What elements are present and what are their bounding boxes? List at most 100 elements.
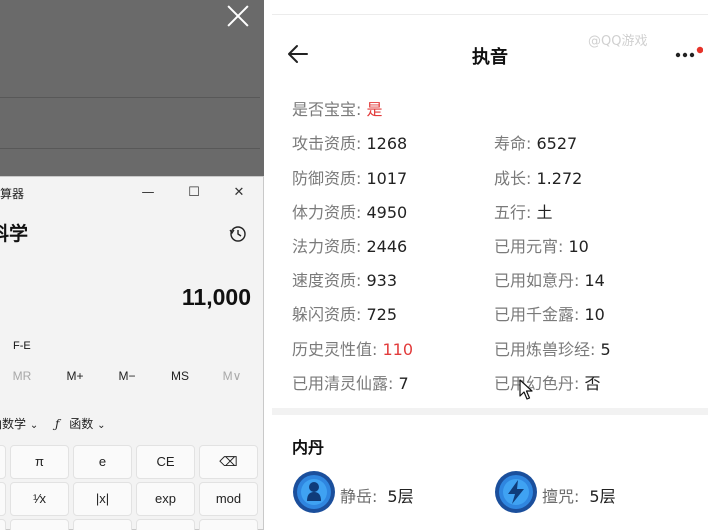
calculator-title: 计算器 (0, 187, 25, 201)
stat-label: 已用元宵: (494, 237, 564, 256)
calculator-key[interactable] (136, 519, 195, 530)
memory-add-button[interactable]: M+ (50, 369, 100, 383)
stat-value: 土 (536, 203, 553, 222)
mouse-cursor-icon (519, 379, 533, 400)
reciprocal-key[interactable]: ¹⁄x (10, 482, 69, 516)
stat-color-pill-used: 已用幻色丹: 否 (494, 370, 601, 394)
stat-label: 五行: (494, 203, 532, 222)
inner-dan-title: 内丹 (292, 438, 325, 457)
exp-key[interactable]: exp (136, 482, 195, 516)
close-button[interactable]: ✕ (224, 181, 254, 205)
calculator-key[interactable] (0, 445, 6, 479)
stat-yuanxiao-used: 已用元宵: 10 (494, 233, 589, 257)
stat-label: 已用幻色丹: (494, 374, 580, 393)
calculator-key[interactable] (10, 519, 69, 530)
skill-name: 擅咒: (542, 487, 580, 506)
close-icon[interactable] (222, 0, 254, 32)
calculator-key[interactable] (199, 519, 258, 530)
stat-value: 4950 (366, 203, 408, 222)
stat-label: 速度资质: (292, 271, 362, 290)
absolute-value-key[interactable]: |x| (73, 482, 132, 516)
watermark: @QQ游戏 (588, 34, 648, 49)
stat-value: 1268 (366, 134, 408, 153)
shanzhou-skill-icon (495, 471, 537, 513)
stat-label: 防御资质: (292, 169, 362, 188)
backspace-key[interactable]: ⌫ (199, 445, 258, 479)
calculator-window: 计算器 — ☐ ✕ 科学 11,000 F-E MR M+ M− MS M∨ 函… (0, 176, 264, 530)
stat-value: 否 (584, 374, 601, 393)
clear-entry-key[interactable]: CE (136, 445, 195, 479)
stat-stamina: 体力资质: 4950 (292, 199, 407, 223)
minimize-button[interactable]: — (133, 181, 163, 205)
stat-label: 法力资质: (292, 237, 362, 256)
stat-lifespan: 寿命: 6527 (494, 130, 577, 154)
stat-mana: 法力资质: 2446 (292, 233, 407, 257)
pet-detail-panel: 执音 @QQ游戏 是否宝宝: 是 攻击资质: 1268 防御资质: 1017 体… (272, 0, 708, 530)
fe-button[interactable]: F-E (13, 340, 31, 352)
stat-label: 躲闪资质: (292, 305, 362, 324)
stat-value: 5 (600, 340, 611, 359)
stat-is-baby: 是否宝宝: 是 (292, 96, 383, 120)
memory-recall-button[interactable]: MR (0, 369, 47, 383)
stat-value: 2446 (366, 237, 408, 256)
stat-defense: 防御资质: 1017 (292, 165, 407, 189)
stat-label: 已用如意丹: (494, 271, 580, 290)
stat-value: 10 (568, 237, 589, 256)
stat-dew-used: 已用清灵仙露: 7 (292, 370, 409, 394)
stat-label: 是否宝宝: (292, 100, 362, 119)
divider (0, 148, 260, 149)
maximize-button[interactable]: ☐ (179, 181, 209, 205)
calculator-key[interactable] (73, 519, 132, 530)
stat-ruyi-used: 已用如意丹: 14 (494, 267, 605, 291)
function-label: 函数 (69, 417, 94, 431)
divider (0, 97, 260, 98)
history-icon[interactable] (228, 224, 248, 244)
skill-name: 静岳: (340, 487, 378, 506)
skill-level: 5层 (387, 487, 414, 506)
stat-value: 725 (366, 305, 398, 324)
stat-attack: 攻击资质: 1268 (292, 130, 407, 154)
function-icon: ƒ (55, 417, 60, 431)
memory-subtract-button[interactable]: M− (102, 369, 152, 383)
stat-speed: 速度资质: 933 (292, 267, 397, 291)
stat-element: 五行: 土 (494, 199, 553, 223)
stat-label: 已用清灵仙露: (292, 374, 394, 393)
stat-value: 933 (366, 271, 398, 290)
chevron-down-icon: ⌄ (97, 420, 106, 431)
calculator-key[interactable] (0, 482, 6, 516)
skill-level: 5层 (589, 487, 616, 506)
trigonometry-dropdown[interactable]: 函数学 ⌄ (0, 415, 38, 432)
stat-value: 1017 (366, 169, 408, 188)
divider (272, 14, 708, 15)
stat-label: 成长: (494, 169, 532, 188)
memory-store-button[interactable]: MS (155, 369, 205, 383)
stat-history-spirit: 历史灵性值: 110 (292, 336, 413, 360)
stat-label: 攻击资质: (292, 134, 362, 153)
stat-label: 寿命: (494, 134, 532, 153)
stat-value: 14 (584, 271, 605, 290)
memory-list-button[interactable]: M∨ (207, 369, 257, 383)
stat-value: 1.272 (536, 169, 583, 188)
chevron-down-icon: ⌄ (29, 420, 39, 431)
stat-growth: 成长: 1.272 (494, 165, 582, 189)
mod-key[interactable]: mod (199, 482, 258, 516)
pi-key[interactable]: π (10, 445, 69, 479)
jingyue-skill-icon (293, 471, 335, 513)
stat-value: 7 (398, 374, 409, 393)
calculator-display: 11,000 (181, 284, 251, 310)
stat-label: 已用千金露: (494, 305, 580, 324)
stat-qianjin-used: 已用千金露: 10 (494, 301, 605, 325)
stat-value: 是 (366, 100, 383, 119)
stat-value: 6527 (536, 134, 578, 153)
section-divider (272, 408, 708, 415)
calculator-mode-title: 科学 (0, 223, 29, 245)
more-icon[interactable] (673, 46, 703, 62)
stat-label: 已用炼兽珍经: (494, 340, 596, 359)
stat-dodge: 躲闪资质: 725 (292, 301, 397, 325)
stat-label: 历史灵性值: (292, 340, 378, 359)
e-key[interactable]: e (73, 445, 132, 479)
function-dropdown[interactable]: ƒ 函数 ⌄ (55, 415, 106, 432)
stat-value: 110 (382, 340, 414, 359)
stat-beast-book-used: 已用炼兽珍经: 5 (494, 336, 611, 360)
calculator-key[interactable] (0, 519, 6, 530)
